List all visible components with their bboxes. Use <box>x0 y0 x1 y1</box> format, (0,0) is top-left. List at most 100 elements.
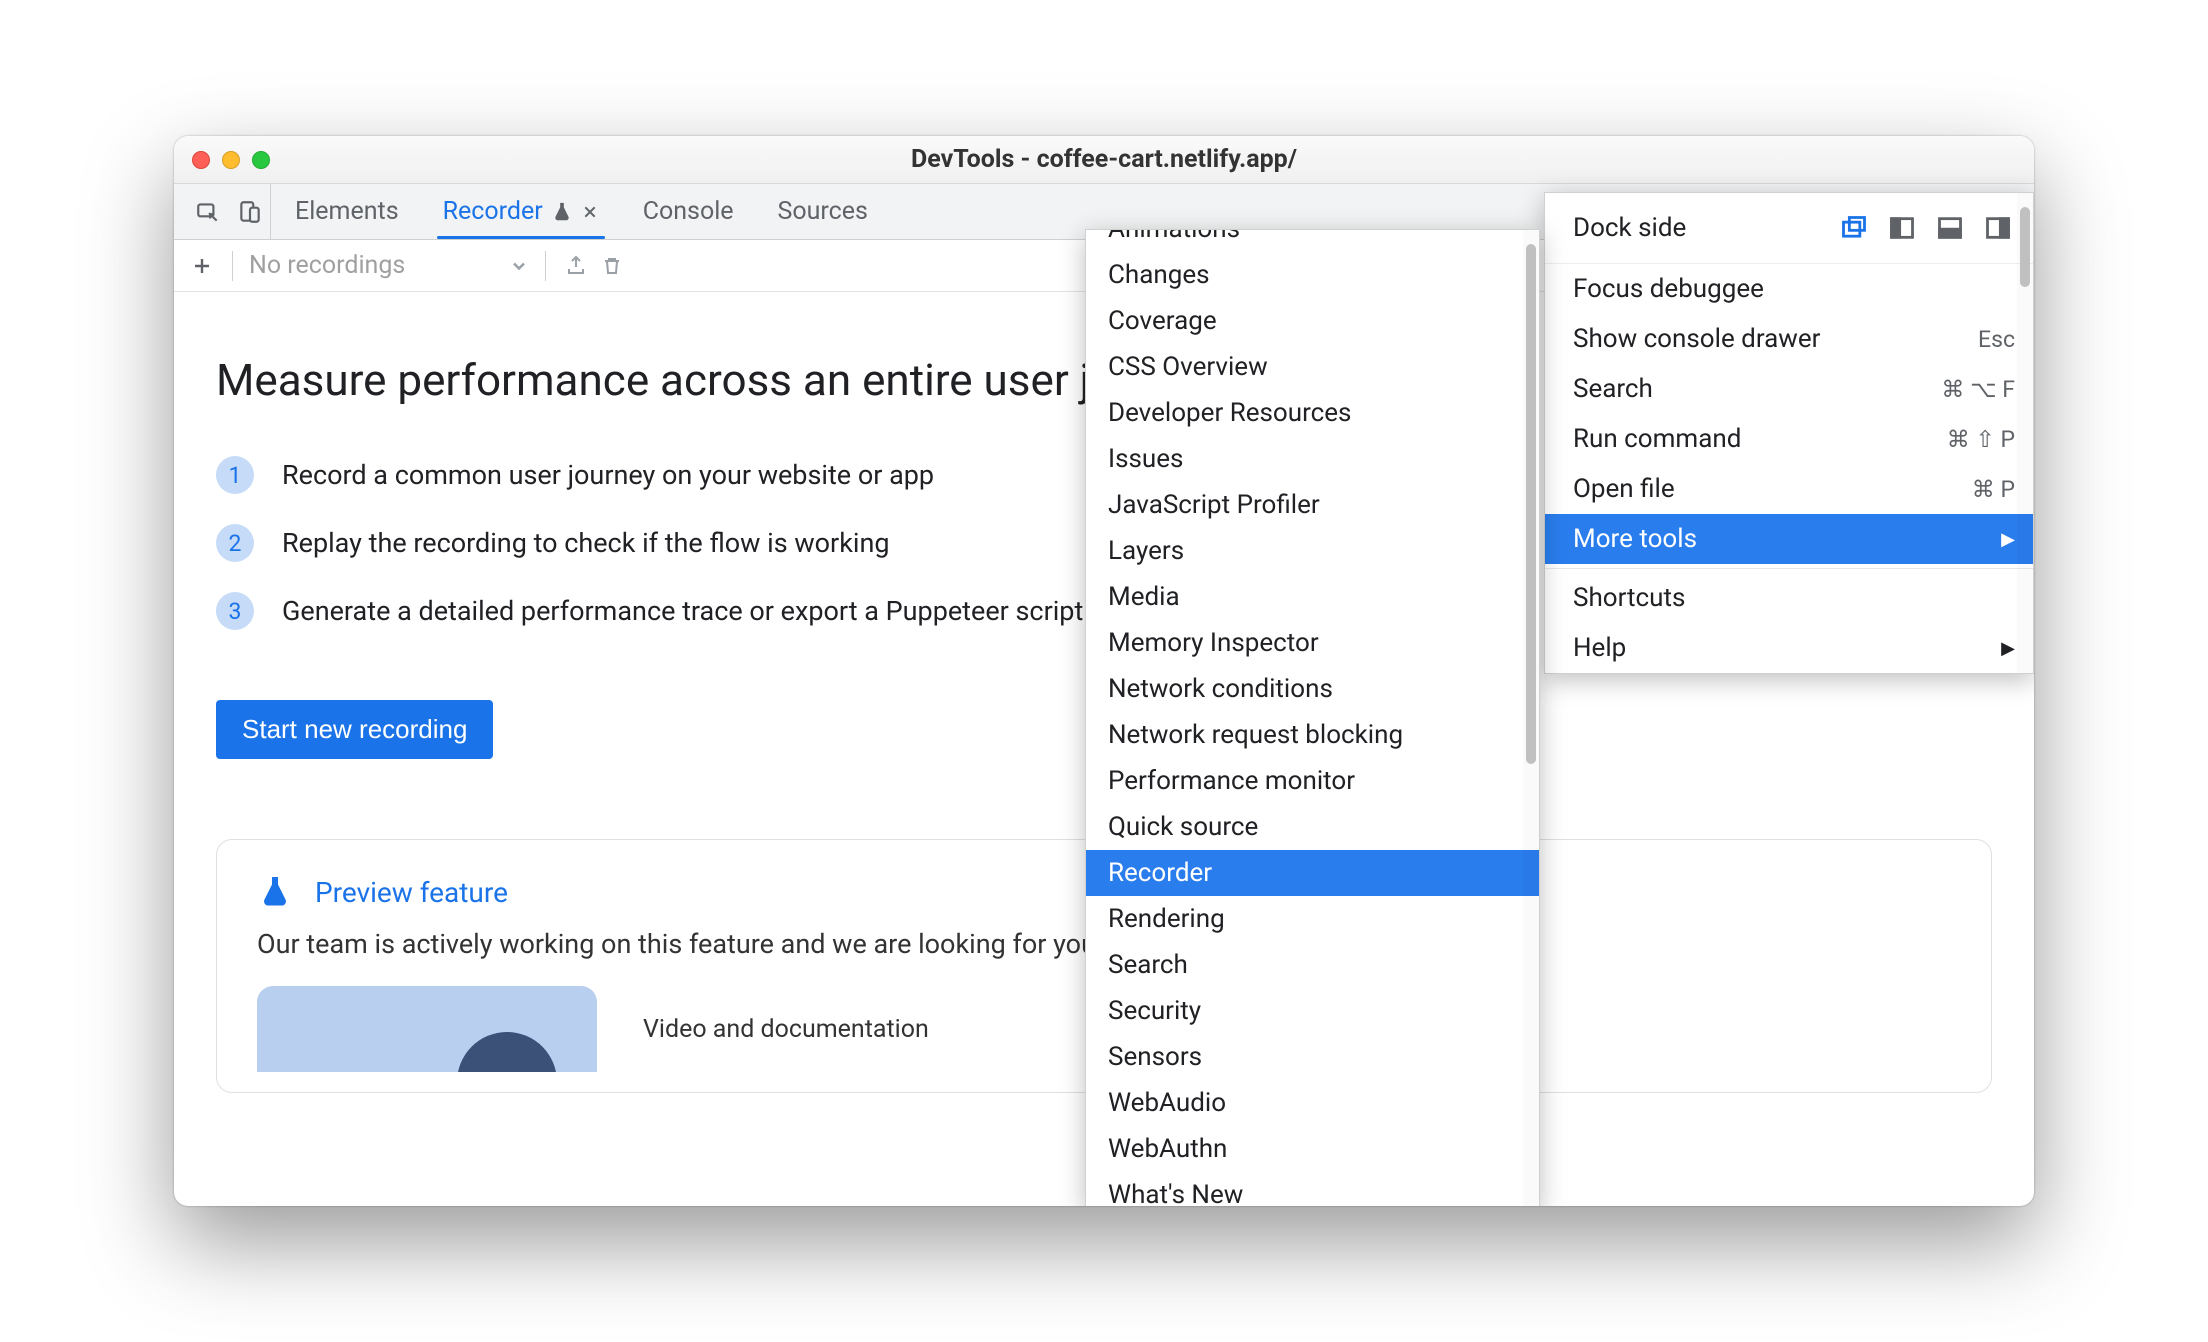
menu-item[interactable]: Help ▶ <box>1545 623 2033 673</box>
tab-elements[interactable]: Elements <box>273 184 421 239</box>
minimize-window-button[interactable] <box>222 151 240 169</box>
window-title: DevTools - coffee-cart.netlify.app/ <box>174 145 2034 174</box>
tab-recorder[interactable]: Recorder <box>421 184 621 239</box>
dock-side-row: Dock side <box>1545 193 2033 264</box>
menu-label: Open file <box>1573 474 1675 504</box>
menu-item[interactable]: Search ⌘ ⌥ F <box>1545 364 2033 414</box>
submenu-label: Layers <box>1108 536 1184 566</box>
submenu-label: Recorder <box>1108 858 1212 888</box>
menu-item[interactable]: Run command⌘ ⇧ P <box>1545 414 2033 464</box>
tab-label: Console <box>643 197 734 226</box>
start-recording-button[interactable]: Start new recording <box>216 700 493 759</box>
menu-divider <box>1545 568 2033 569</box>
step-number: 1 <box>216 456 254 494</box>
tab-close-icon[interactable] <box>581 203 599 221</box>
submenu-label: WebAuthn <box>1108 1134 1227 1164</box>
dock-side-label: Dock side <box>1573 213 1686 243</box>
tab-label: Sources <box>778 197 868 226</box>
recordings-dropdown[interactable]: No recordings <box>249 251 529 280</box>
step-text: Generate a detailed performance trace or… <box>282 595 1083 627</box>
step-number: 2 <box>216 524 254 562</box>
flask-icon <box>257 874 293 910</box>
submenu-item[interactable]: Layers <box>1086 528 1539 574</box>
dock-right-icon[interactable] <box>1981 211 2015 245</box>
export-icon[interactable] <box>562 252 590 280</box>
window-titlebar: DevTools - coffee-cart.netlify.app/ <box>174 136 2034 184</box>
submenu-item[interactable]: Network request blocking <box>1086 712 1539 758</box>
dock-undock-icon[interactable] <box>1837 211 1871 245</box>
submenu-item[interactable]: Developer Resources <box>1086 390 1539 436</box>
submenu-arrow-icon: ▶ <box>2001 638 2015 659</box>
submenu-item[interactable]: Issues <box>1086 436 1539 482</box>
menu-label: Help <box>1573 633 1626 663</box>
menu-scrollbar[interactable] <box>2017 193 2033 673</box>
menu-shortcut: ⌘ ⇧ P <box>1947 426 2015 453</box>
submenu-item[interactable]: WebAuthn <box>1086 1126 1539 1172</box>
submenu-item[interactable]: Sensors <box>1086 1034 1539 1080</box>
menu-item[interactable]: Focus debuggee <box>1545 264 2033 314</box>
tab-label: Elements <box>295 197 399 226</box>
submenu-label: Media <box>1108 582 1180 612</box>
menu-shortcut: ⌘ ⌥ F <box>1941 376 2015 403</box>
submenu-scrollbar[interactable] <box>1523 230 1539 1206</box>
submenu-item[interactable]: WebAudio <box>1086 1080 1539 1126</box>
submenu-item[interactable]: CSS Overview <box>1086 344 1539 390</box>
menu-item[interactable]: Show console drawerEsc <box>1545 314 2033 364</box>
tab-sources[interactable]: Sources <box>756 184 890 239</box>
close-window-button[interactable] <box>192 151 210 169</box>
submenu-item[interactable]: Rendering <box>1086 896 1539 942</box>
submenu-item[interactable]: Coverage <box>1086 298 1539 344</box>
submenu-item[interactable]: Search <box>1086 942 1539 988</box>
separator <box>232 251 233 281</box>
inspect-element-icon[interactable] <box>194 198 222 226</box>
submenu-item[interactable]: What's New <box>1086 1172 1539 1206</box>
submenu-label: CSS Overview <box>1108 352 1268 382</box>
flask-icon <box>551 201 573 223</box>
submenu-item[interactable]: Recorder <box>1086 850 1539 896</box>
dock-left-icon[interactable] <box>1885 211 1919 245</box>
menu-label: Search <box>1573 374 1653 404</box>
tab-console[interactable]: Console <box>621 184 756 239</box>
submenu-item[interactable]: Network conditions <box>1086 666 1539 712</box>
menu-shortcut: ⌘ P <box>1972 476 2015 503</box>
tab-label: Recorder <box>443 197 543 226</box>
submenu-item[interactable]: Media <box>1086 574 1539 620</box>
devtools-window: DevTools - coffee-cart.netlify.app/ Elem… <box>174 136 2034 1206</box>
submenu-item[interactable]: Changes <box>1086 252 1539 298</box>
video-label: Video and documentation <box>643 1015 929 1044</box>
menu-label: Shortcuts <box>1573 583 1685 613</box>
device-toggle-icon[interactable] <box>236 198 264 226</box>
new-recording-icon[interactable] <box>188 252 216 280</box>
submenu-label: Network request blocking <box>1108 720 1403 750</box>
submenu-item[interactable]: Animations <box>1086 230 1539 252</box>
inspect-tools <box>178 184 271 239</box>
menu-label: Focus debuggee <box>1573 274 1764 304</box>
submenu-item[interactable]: Security <box>1086 988 1539 1034</box>
submenu-list: Animations Changes Coverage CSS Overview Dev… <box>1086 230 1539 1206</box>
menu-more-tools[interactable]: More tools ▶ <box>1545 514 2033 564</box>
recordings-dropdown-label: No recordings <box>249 251 405 280</box>
dock-bottom-icon[interactable] <box>1933 211 1967 245</box>
submenu-item[interactable]: Quick source <box>1086 804 1539 850</box>
menu-item[interactable]: Open file ⌘ P <box>1545 464 2033 514</box>
delete-icon[interactable] <box>598 252 626 280</box>
main-menu: Dock side Focus debuggee Show console dra… <box>1544 192 2034 674</box>
submenu-label: Security <box>1108 996 1201 1026</box>
submenu-item[interactable]: Performance monitor <box>1086 758 1539 804</box>
submenu-item[interactable]: Memory Inspector <box>1086 620 1539 666</box>
video-thumbnail[interactable] <box>257 986 597 1072</box>
submenu-label: Developer Resources <box>1108 398 1351 428</box>
chevron-down-icon <box>509 256 529 276</box>
submenu-label: Search <box>1108 950 1188 980</box>
submenu-arrow-icon: ▶ <box>2001 529 2015 550</box>
submenu-label: Changes <box>1108 260 1210 290</box>
menu-label: More tools <box>1573 524 1697 554</box>
menu-shortcut: Esc <box>1978 326 2015 353</box>
submenu-item[interactable]: JavaScript Profiler <box>1086 482 1539 528</box>
step-text: Replay the recording to check if the flo… <box>282 527 890 559</box>
menu-item[interactable]: Shortcuts <box>1545 573 2033 623</box>
zoom-window-button[interactable] <box>252 151 270 169</box>
main-menu-top-group: Focus debuggeeShow console drawerEscSear… <box>1545 264 2033 514</box>
step-text: Record a common user journey on your web… <box>282 459 934 491</box>
dock-options <box>1837 211 2015 245</box>
